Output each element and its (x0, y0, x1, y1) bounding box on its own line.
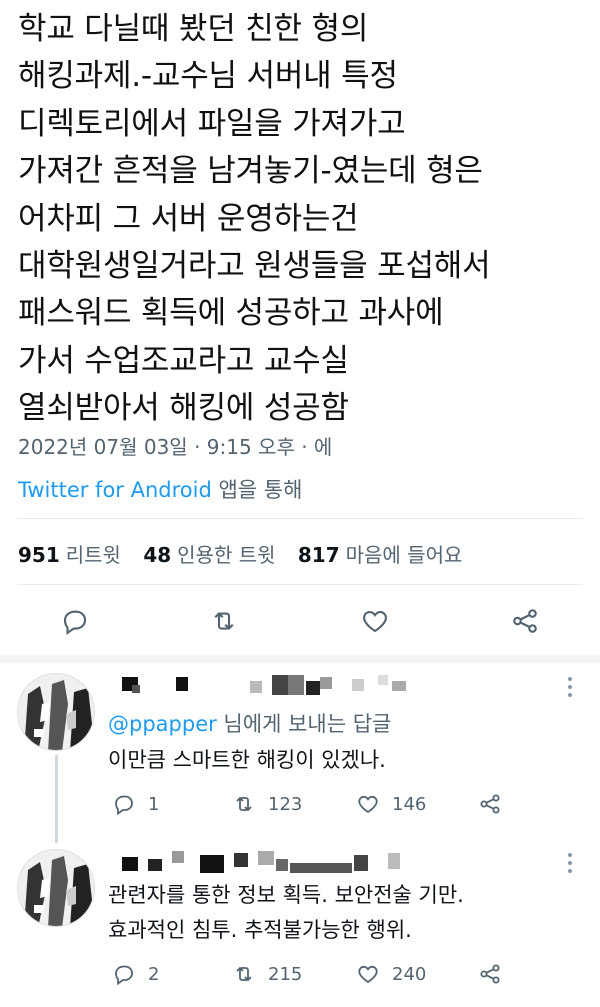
reply-icon (115, 795, 133, 816)
tweet-text-line: 패스워드 획득에 성공하고 과사에 (18, 295, 444, 332)
like-count: 240 (392, 963, 427, 985)
tweet-text-line: 디렉토리에서 파일을 가져가고 (18, 105, 406, 142)
reply-action-bar: 2 215 240 (108, 959, 588, 989)
redacted-username (122, 849, 412, 873)
retweet-icon (236, 796, 252, 812)
reply-tweet[interactable]: 관련자를 통한 정보 획득. 보안전술 기만. 효과적인 침투. 추적불가능한 … (0, 843, 600, 1007)
reply-button[interactable]: 1 (112, 789, 159, 819)
divider (18, 584, 582, 585)
tweet-text-line: 열쇠받아서 해킹에 성공함 (18, 390, 349, 427)
likes-label: 마음에 들어요 (345, 543, 463, 567)
share-icon (480, 794, 500, 814)
likes-count: 817 (297, 543, 340, 567)
like-button[interactable]: 146 (356, 789, 426, 819)
tweet-text-line: 해킹과제.-교수님 서버내 특정 (18, 58, 398, 95)
like-icon[interactable] (360, 606, 390, 636)
tweet-text-line: 가져간 흔적을 남겨놓기-였는데 형은 (18, 153, 483, 190)
share-icon[interactable] (510, 606, 540, 636)
retweets-count: 951 (18, 543, 60, 567)
retweet-icon (236, 966, 252, 982)
reply-count: 1 (148, 793, 160, 815)
replying-suffix: 님에게 보내는 답글 (216, 712, 392, 736)
reply-tweet[interactable]: @ppapper 님에게 보내는 답글 이만큼 스마트한 해킹이 있겠나. 1 … (0, 663, 600, 843)
retweets-stat[interactable]: 951 리트윗 (18, 543, 121, 567)
reply-text: 이만큼 스마트한 해킹이 있겠나. (108, 743, 386, 778)
tweet-stats: 951 리트윗 48 인용한 트윗 817 마음에 들어요 (18, 539, 478, 568)
like-button[interactable]: 240 (356, 959, 426, 989)
retweets-label: 리트윗 (65, 543, 121, 567)
replying-to: @ppapper 님에게 보내는 답글 (108, 708, 391, 738)
reply-icon[interactable] (60, 606, 90, 636)
quotes-label: 인용한 트윗 (177, 543, 276, 567)
share-button[interactable] (478, 789, 514, 819)
tweet-text: 학교 다닐때 봤던 친한 형의 해킹과제.-교수님 서버내 특정 디렉토리에서 … (18, 6, 588, 433)
quotes-stat[interactable]: 48 인용한 트윗 (143, 543, 275, 567)
share-icon (480, 964, 500, 984)
more-options-icon[interactable] (568, 853, 574, 877)
like-icon (358, 965, 378, 984)
reply-text-line: 효과적인 침투. 추적불가능한 행위. (108, 918, 412, 942)
reply-text: 관련자를 통한 정보 획득. 보안전술 기만. 효과적인 침투. 추적불가능한 … (108, 878, 464, 948)
reply-text-line: 이만큼 스마트한 해킹이 있겠나. (108, 748, 386, 772)
tweet-action-bar (0, 600, 600, 644)
tweet-text-line: 어차피 그 서버 운영하는건 (18, 200, 359, 237)
reply-handle-link[interactable]: @ppapper (108, 712, 217, 736)
reply-action-bar: 1 123 146 (108, 789, 588, 819)
more-options-icon[interactable] (568, 677, 574, 701)
retweet-icon[interactable] (209, 606, 239, 636)
tweet-source: Twitter for Android 앱을 통해 (18, 474, 302, 504)
retweet-button[interactable]: 215 (232, 959, 302, 989)
tweet-timestamp[interactable]: 2022년 07월 03일 · 9:15 오후 · 에 (18, 431, 332, 460)
redacted-username (122, 673, 442, 695)
avatar[interactable] (17, 673, 95, 751)
retweet-button[interactable]: 123 (232, 789, 302, 819)
likes-stat[interactable]: 817 마음에 들어요 (298, 543, 463, 567)
tweet-text-line: 대학원생일거라고 원생들을 포섭해서 (18, 248, 491, 285)
section-divider (0, 655, 600, 663)
reply-count: 2 (148, 963, 160, 985)
tweet-text-line: 학교 다닐때 봤던 친한 형의 (18, 11, 369, 47)
thread-line (55, 755, 58, 843)
like-icon (358, 795, 378, 814)
reply-text-line: 관련자를 통한 정보 획득. 보안전술 기만. (108, 883, 464, 907)
retweet-count: 215 (268, 963, 303, 985)
like-count: 146 (392, 793, 427, 815)
reply-icon (115, 965, 133, 986)
share-button[interactable] (478, 959, 514, 989)
source-app-link[interactable]: Twitter for Android (18, 478, 212, 502)
divider (18, 518, 582, 519)
tweet-text-line: 가서 수업조교라고 교수실 (18, 342, 349, 379)
quotes-count: 48 (143, 543, 172, 567)
source-suffix: 앱을 통해 (211, 478, 303, 502)
retweet-count: 123 (268, 793, 303, 815)
avatar[interactable] (17, 849, 95, 927)
reply-button[interactable]: 2 (112, 959, 159, 989)
